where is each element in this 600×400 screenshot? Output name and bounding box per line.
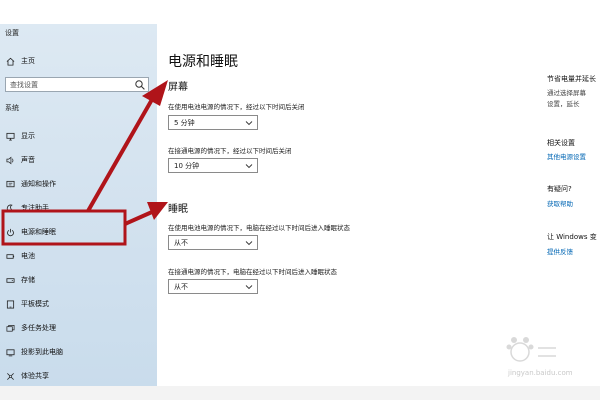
screen-section-header: 屏幕 bbox=[168, 82, 188, 93]
improve-windows-header: 让 Windows 变 bbox=[547, 233, 597, 241]
sidebar-item-label: 平板模式 bbox=[21, 300, 49, 308]
moon-icon bbox=[3, 204, 17, 213]
chevron-down-icon bbox=[245, 120, 253, 125]
sleep-section-header: 睡眠 bbox=[168, 204, 188, 215]
screen-plugged-select[interactable]: 10 分钟 bbox=[168, 158, 258, 173]
chevron-down-icon bbox=[245, 240, 253, 245]
app-title: 设置 bbox=[5, 29, 19, 37]
sleep-battery-label: 在使用电池电源的情况下，电脑在经过以下时间后进入睡眠状态 bbox=[168, 224, 350, 232]
sidebar-item-power-sleep[interactable]: 电源和睡眠 bbox=[0, 222, 157, 242]
sidebar-item-shared-experiences[interactable]: 体验共享 bbox=[0, 366, 157, 386]
energy-tip-text-2: 设置，延长 bbox=[547, 100, 580, 108]
sidebar-item-label: 电源和睡眠 bbox=[21, 228, 56, 236]
tablet-icon bbox=[3, 299, 17, 309]
sidebar-item-label: 主页 bbox=[21, 57, 35, 65]
energy-tip-text-1: 通过选择屏幕 bbox=[547, 89, 586, 97]
sidebar-item-display[interactable]: 显示 bbox=[0, 126, 157, 146]
speaker-icon bbox=[3, 156, 17, 165]
chevron-down-icon bbox=[245, 163, 253, 168]
chevron-down-icon bbox=[245, 284, 253, 289]
question-header: 有疑问? bbox=[547, 185, 572, 193]
search-input[interactable]: 查找设置 bbox=[5, 77, 149, 92]
screen-battery-label: 在使用电池电源的情况下，经过以下时间后关闭 bbox=[168, 103, 305, 111]
sidebar-item-tablet-mode[interactable]: 平板模式 bbox=[0, 294, 157, 314]
related-settings-header: 相关设置 bbox=[547, 139, 575, 147]
get-help-link[interactable]: 获取帮助 bbox=[547, 198, 573, 208]
sleep-plugged-select[interactable]: 从不 bbox=[168, 279, 258, 294]
display-icon bbox=[3, 132, 17, 141]
sidebar: 设置 主页 查找设置 系统 显示 声音 通知和操作 专注助手 电源和睡眠 电池 … bbox=[0, 24, 157, 386]
share-icon bbox=[3, 372, 17, 381]
sidebar-item-storage[interactable]: 存储 bbox=[0, 270, 157, 290]
sidebar-item-label: 多任务处理 bbox=[21, 324, 56, 332]
window-top-strip bbox=[0, 0, 600, 24]
sleep-plugged-label: 在接通电源的情况下，电脑在经过以下时间后进入睡眠状态 bbox=[168, 268, 337, 276]
screen-battery-select[interactable]: 5 分钟 bbox=[168, 115, 258, 130]
select-value: 从不 bbox=[174, 238, 188, 247]
storage-icon bbox=[3, 276, 17, 285]
sleep-battery-select[interactable]: 从不 bbox=[168, 235, 258, 250]
sidebar-item-label: 通知和操作 bbox=[21, 180, 56, 188]
sidebar-item-label: 电池 bbox=[21, 252, 35, 260]
select-value: 从不 bbox=[174, 282, 188, 291]
search-icon[interactable] bbox=[134, 79, 146, 91]
give-feedback-link[interactable]: 提供反馈 bbox=[547, 246, 573, 256]
bottom-bar bbox=[0, 386, 600, 400]
watermark-text: jingyan.baidu.com bbox=[508, 369, 573, 377]
sidebar-item-label: 声音 bbox=[21, 156, 35, 164]
battery-icon bbox=[3, 252, 17, 261]
energy-tip-header: 节省电量并延长 bbox=[547, 75, 596, 83]
select-value: 5 分钟 bbox=[174, 118, 195, 127]
home-icon bbox=[3, 57, 17, 66]
sidebar-item-label: 显示 bbox=[21, 132, 35, 140]
screen-plugged-label: 在接通电源的情况下，经过以下时间后关闭 bbox=[168, 147, 292, 155]
notification-icon bbox=[3, 180, 17, 189]
sidebar-item-label: 专注助手 bbox=[21, 204, 49, 212]
sidebar-item-label: 体验共享 bbox=[21, 372, 49, 380]
sidebar-item-home[interactable]: 主页 bbox=[0, 51, 157, 71]
power-icon bbox=[3, 228, 17, 237]
sidebar-item-sound[interactable]: 声音 bbox=[0, 150, 157, 170]
baidu-watermark-logo bbox=[506, 337, 556, 362]
sidebar-item-project[interactable]: 投影到此电脑 bbox=[0, 342, 157, 362]
section-header-system: 系统 bbox=[5, 104, 19, 112]
sidebar-item-label: 投影到此电脑 bbox=[21, 348, 63, 356]
sidebar-item-battery[interactable]: 电池 bbox=[0, 246, 157, 266]
sidebar-item-label: 存储 bbox=[21, 276, 35, 284]
select-value: 10 分钟 bbox=[174, 161, 200, 170]
page-title: 电源和睡眠 bbox=[168, 54, 238, 70]
project-icon bbox=[3, 348, 17, 357]
search-placeholder: 查找设置 bbox=[10, 80, 38, 89]
additional-power-settings-link[interactable]: 其他电源设置 bbox=[547, 151, 586, 161]
sidebar-item-focus-assist[interactable]: 专注助手 bbox=[0, 198, 157, 218]
multitask-icon bbox=[3, 324, 17, 333]
sidebar-item-notifications[interactable]: 通知和操作 bbox=[0, 174, 157, 194]
sidebar-item-multitasking[interactable]: 多任务处理 bbox=[0, 318, 157, 338]
